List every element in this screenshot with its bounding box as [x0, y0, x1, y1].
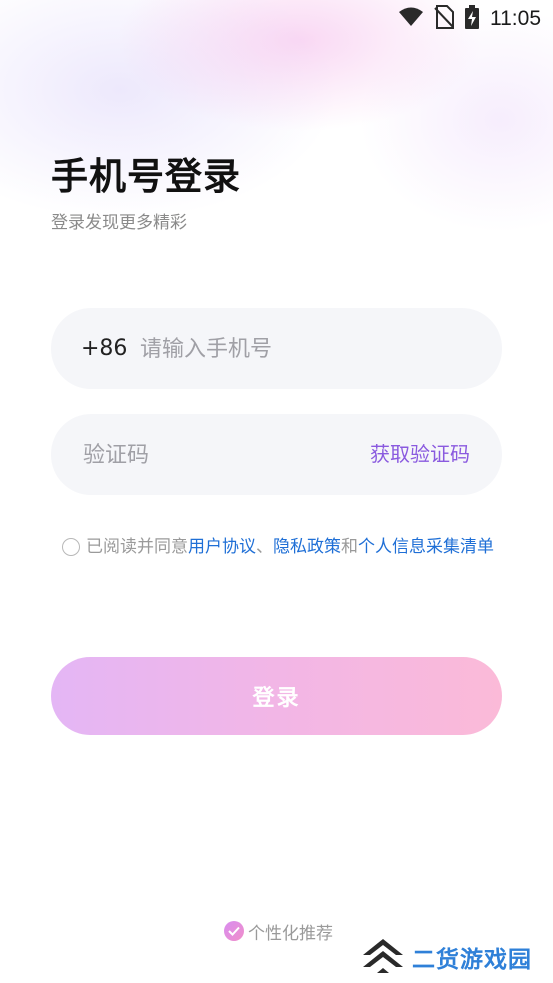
wifi-icon — [398, 7, 424, 31]
status-bar: 11:05 — [0, 0, 553, 38]
personalized-recommendation[interactable]: 个性化推荐 — [224, 918, 333, 944]
watermark: 二货游戏园 — [360, 936, 532, 978]
code-field: 获取验证码 — [51, 414, 502, 495]
status-icons: 11:05 — [398, 5, 541, 33]
battery-charging-icon — [464, 5, 480, 33]
no-sim-icon — [434, 5, 454, 33]
personal-info-list-link[interactable]: 个人信息采集清单 — [358, 537, 494, 557]
page-title: 手机号登录 — [51, 155, 241, 198]
double-chevron-logo-icon — [360, 935, 406, 979]
agreement-radio[interactable] — [62, 538, 80, 556]
user-agreement-link[interactable]: 用户协议 — [188, 537, 256, 557]
agreement-row: 已阅读并同意用户协议、隐私政策和个人信息采集清单 — [62, 532, 502, 562]
status-time: 11:05 — [490, 7, 541, 30]
privacy-policy-link[interactable]: 隐私政策 — [273, 537, 341, 557]
phone-input[interactable] — [138, 328, 472, 371]
watermark-text: 二货游戏园 — [412, 947, 532, 973]
personalized-label: 个性化推荐 — [248, 923, 333, 944]
agreement-prefix: 已阅读并同意 — [86, 537, 188, 557]
verification-code-input[interactable] — [81, 434, 345, 477]
phone-field: +86 — [51, 308, 502, 389]
login-button[interactable]: 登录 — [51, 657, 502, 735]
country-code[interactable]: +86 — [81, 308, 127, 389]
check-icon[interactable] — [224, 921, 244, 941]
page-subtitle: 登录发现更多精彩 — [51, 213, 187, 233]
agreement-conjunction: 和 — [341, 537, 358, 557]
get-code-button[interactable]: 获取验证码 — [370, 414, 470, 495]
agreement-separator: 、 — [256, 537, 273, 557]
